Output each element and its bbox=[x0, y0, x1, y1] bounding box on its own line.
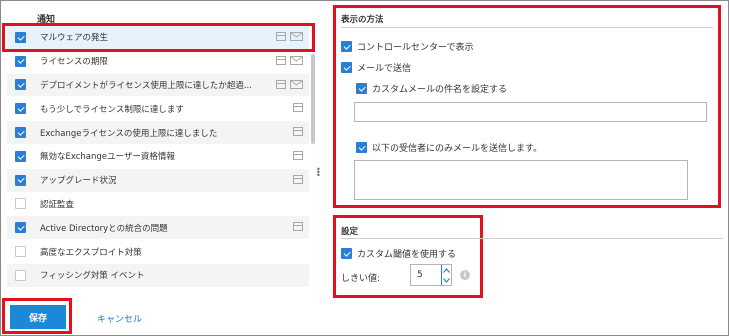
settings-section-divider bbox=[341, 238, 723, 239]
notification-checkbox[interactable] bbox=[15, 79, 26, 91]
notification-row[interactable]: Exchangeライセンスの使用上限に達しました bbox=[7, 121, 309, 145]
display-section-title: 表示の方法 bbox=[341, 15, 384, 25]
notification-checkbox[interactable] bbox=[15, 103, 26, 115]
email-subject-input[interactable] bbox=[354, 102, 707, 122]
window-icon bbox=[276, 55, 286, 65]
cancel-link[interactable]: キャンセル bbox=[97, 312, 142, 325]
notification-row[interactable]: 高度なエクスプロイト対策 bbox=[7, 240, 309, 264]
label-custom-subject: カスタムメールの件名を設定する bbox=[372, 85, 508, 95]
option-send-email[interactable]: メールで送信 bbox=[341, 61, 411, 74]
notification-row[interactable]: もう少しでライセンス制限に達します bbox=[7, 97, 309, 122]
notification-channel-icons bbox=[276, 79, 303, 89]
stepper-arrows[interactable] bbox=[441, 265, 451, 285]
mail-icon bbox=[290, 55, 303, 65]
notification-checkbox[interactable] bbox=[15, 222, 26, 234]
highlight-selected-row bbox=[2, 23, 315, 52]
notification-label: Exchangeライセンスの使用上限に達しました bbox=[40, 128, 218, 139]
notification-channel-icons bbox=[276, 55, 303, 65]
notification-label: フィッシング対策 イベント bbox=[40, 271, 145, 282]
notification-channel-icons bbox=[293, 174, 303, 184]
notification-row[interactable]: 認証監査 bbox=[7, 192, 309, 217]
checkbox-show-in-control-center[interactable] bbox=[341, 41, 352, 52]
notification-row[interactable]: ライセンスの期限 bbox=[7, 49, 309, 74]
notification-channel-icons bbox=[293, 103, 303, 113]
chevron-down-icon bbox=[443, 277, 450, 283]
notification-label: 無効なExchangeユーザー資格情報 bbox=[40, 152, 175, 163]
notification-checkbox[interactable] bbox=[15, 150, 26, 162]
notification-label: デプロイメントがライセンス使用上限に達したか超過... bbox=[40, 80, 252, 91]
option-custom-threshold[interactable]: カスタム閾値を使用する bbox=[341, 247, 456, 260]
checkbox-custom-threshold[interactable] bbox=[341, 248, 352, 259]
recipients-textarea[interactable] bbox=[354, 160, 688, 200]
notification-channel-icons bbox=[293, 150, 303, 160]
notification-row[interactable]: フィッシング対策 イベント bbox=[7, 263, 309, 288]
list-scrollbar[interactable] bbox=[311, 54, 315, 144]
label-only-recipients: 以下の受信者にのみメールを送信します。 bbox=[372, 144, 543, 154]
threshold-label: しきい値: bbox=[341, 274, 381, 284]
save-button[interactable]: 保存 bbox=[10, 305, 66, 329]
notification-row[interactable]: アップグレード状況 bbox=[7, 168, 309, 193]
notification-label: もう少しでライセンス制限に達します bbox=[40, 104, 184, 115]
info-icon[interactable]: i bbox=[460, 270, 470, 280]
window-icon bbox=[293, 150, 303, 160]
notifications-list: マルウェアの発生 ライセンスの期限 デプロイメントがライセンス使用上限に達したか超過… bbox=[7, 26, 309, 288]
notification-row[interactable]: デプロイメントがライセンス使用上限に達したか超過... bbox=[7, 73, 309, 98]
notification-label: アップグレード状況 bbox=[40, 176, 117, 187]
checkbox-only-recipients[interactable] bbox=[356, 142, 367, 153]
notification-channel-icons bbox=[293, 222, 303, 232]
notification-label: 高度なエクスプロイト対策 bbox=[40, 247, 142, 258]
notification-row[interactable]: 無効なExchangeユーザー資格情報 bbox=[7, 144, 309, 169]
option-only-recipients[interactable]: 以下の受信者にのみメールを送信します。 bbox=[356, 141, 542, 154]
mail-icon bbox=[290, 79, 303, 89]
checkbox-custom-subject[interactable] bbox=[356, 83, 367, 94]
option-show-in-control-center[interactable]: コントロールセンターで表示 bbox=[341, 40, 473, 53]
label-send-email: メールで送信 bbox=[357, 64, 412, 74]
display-section-divider bbox=[341, 27, 713, 28]
notification-checkbox[interactable] bbox=[15, 269, 26, 281]
notification-checkbox[interactable] bbox=[15, 246, 26, 258]
notification-label: 認証監査 bbox=[40, 199, 75, 210]
notification-channel-icons bbox=[293, 127, 303, 137]
label-show-in-control-center: コントロールセンターで表示 bbox=[357, 43, 474, 53]
notification-label: Active Directoryとの統合の問題 bbox=[40, 223, 168, 234]
window-icon bbox=[293, 174, 303, 184]
checkbox-send-email[interactable] bbox=[341, 62, 352, 73]
window-icon bbox=[276, 79, 286, 89]
notification-checkbox[interactable] bbox=[15, 174, 26, 186]
notification-label: ライセンスの期限 bbox=[40, 57, 108, 68]
chevron-up-icon bbox=[443, 267, 450, 273]
label-custom-threshold: カスタム閾値を使用する bbox=[357, 250, 457, 260]
pane-splitter-handle[interactable]: • • • bbox=[316, 166, 321, 180]
notification-checkbox[interactable] bbox=[15, 127, 26, 139]
notification-checkbox[interactable] bbox=[15, 55, 26, 67]
threshold-stepper[interactable]: 5 bbox=[410, 264, 452, 286]
option-custom-subject[interactable]: カスタムメールの件名を設定する bbox=[356, 82, 507, 95]
notification-row[interactable]: Active Directoryとの統合の問題 bbox=[7, 216, 309, 241]
settings-section-title: 設定 bbox=[341, 227, 359, 237]
window-icon bbox=[293, 222, 303, 232]
threshold-value[interactable]: 5 bbox=[411, 270, 441, 280]
notification-checkbox[interactable] bbox=[15, 198, 26, 210]
window-icon bbox=[293, 103, 303, 113]
window-icon bbox=[293, 127, 303, 137]
